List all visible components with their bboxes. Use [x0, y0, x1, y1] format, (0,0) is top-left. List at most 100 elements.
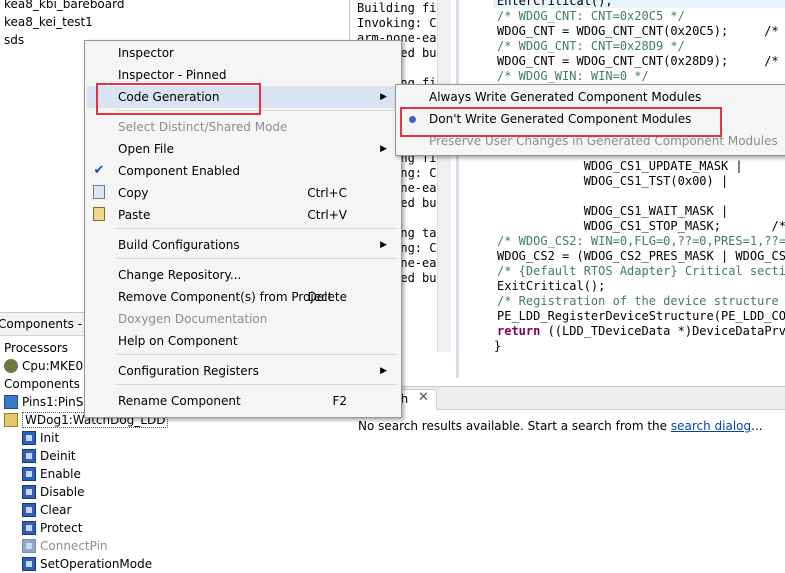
- tree-item-pins[interactable]: Pins1:PinSe: [4, 393, 91, 411]
- method-icon: [22, 503, 36, 517]
- code-line: /* WDOG_CNT: CNT=0x28D9 */: [497, 39, 685, 53]
- menu-item-label: Remove Component(s) from Project: [118, 290, 333, 304]
- menu-select-distinct-shared-mode[interactable]: Select Distinct/Shared Mode: [87, 116, 399, 138]
- search-tab-bar: ch ✕: [349, 387, 785, 410]
- code-line: /* WDOG_WIN: WIN=0 */: [497, 69, 649, 83]
- code-line: /* WDOG_CNT: CNT=0x20C5 */: [497, 9, 685, 23]
- menu-inspector[interactable]: Inspector: [87, 42, 399, 64]
- code-line: }: [494, 339, 502, 353]
- project-item-kea8-kbi[interactable]: kea8_kbi_bareboard: [4, 0, 124, 11]
- method-setoperationmode[interactable]: SetOperationMode: [22, 555, 152, 573]
- method-icon: [22, 467, 36, 481]
- code-line: WDOG_CS2 = (WDOG_CS2_PRES_MASK | WDOG_CS: [497, 249, 785, 263]
- code-text: ((LDD_TDeviceData *)DeviceDataPrv: [540, 324, 785, 338]
- menu-item-shortcut: Ctrl+V: [307, 208, 347, 222]
- menu-separator: [116, 258, 397, 259]
- code-line: WDOG_CNT = WDOG_CNT_CNT(0x20C5); /*: [497, 24, 779, 38]
- watchdog-component-icon: [4, 413, 18, 427]
- search-message-text: No search results available. Start a sea…: [358, 419, 671, 433]
- menu-item-label: Copy: [118, 186, 149, 200]
- code-line: WDOG_CNT = WDOG_CNT_CNT(0x28D9); /*: [497, 54, 779, 68]
- menu-separator: [116, 228, 397, 229]
- components-header[interactable]: Components: [4, 375, 80, 393]
- menu-item-label: Build Configurations: [118, 238, 240, 252]
- cpu-icon: [4, 359, 18, 373]
- project-item-kea8-kei[interactable]: kea8_kei_test1: [4, 15, 93, 29]
- menu-component-enabled[interactable]: ✔ Component Enabled: [87, 160, 399, 182]
- method-icon: [22, 449, 36, 463]
- editor-ruler: [456, 0, 459, 378]
- keyword-return: return: [497, 324, 541, 338]
- menu-open-file[interactable]: Open File ▶: [87, 138, 399, 160]
- method-init[interactable]: Init: [22, 429, 59, 447]
- menu-separator: [116, 354, 397, 355]
- menu-item-label: Select Distinct/Shared Mode: [118, 120, 288, 134]
- menu-rename-component[interactable]: Rename Component F2: [87, 390, 399, 412]
- menu-item-shortcut: F2: [332, 394, 347, 408]
- menu-item-label: Configuration Registers: [118, 364, 259, 378]
- code-line: PE_LDD_RegisterDeviceStructure(PE_LDD_CO: [497, 309, 785, 323]
- menu-item-label: Inspector: [118, 46, 174, 60]
- method-label: Init: [40, 431, 60, 445]
- pins-label: Pins1:PinSe: [22, 395, 91, 409]
- project-item-sds[interactable]: sds: [4, 33, 24, 47]
- menu-paste[interactable]: Paste Ctrl+V: [87, 204, 399, 226]
- method-icon: [22, 485, 36, 499]
- close-icon[interactable]: ✕: [418, 390, 429, 405]
- copy-icon: [93, 185, 105, 199]
- console-line: Invoking: C: [357, 16, 437, 30]
- console-scrollbar[interactable]: [437, 0, 451, 352]
- search-empty-message: No search results available. Start a sea…: [358, 419, 763, 433]
- method-clear[interactable]: Clear: [22, 501, 71, 519]
- menu-doxygen-documentation[interactable]: Doxygen Documentation: [87, 308, 399, 330]
- menu-item-label: Help on Component: [118, 334, 238, 348]
- method-icon: [22, 521, 36, 535]
- code-line: /* {Default RTOS Adapter} Critical secti: [497, 264, 785, 278]
- menu-item-label: Change Repository...: [118, 268, 242, 282]
- menu-copy[interactable]: Copy Ctrl+C: [87, 182, 399, 204]
- pins-component-icon: [4, 395, 18, 409]
- menu-item-label: Rename Component: [118, 394, 241, 408]
- method-protect[interactable]: Protect: [22, 519, 82, 537]
- method-icon: [22, 557, 36, 571]
- code-line: WDOG_CS1_UPDATE_MASK |: [497, 159, 743, 173]
- processors-header[interactable]: Processors: [4, 339, 68, 357]
- method-label: Enable: [40, 467, 81, 481]
- submenu-item-label: Always Write Generated Component Modules: [429, 90, 702, 104]
- annotation-box-dont-write: [400, 107, 722, 137]
- code-line: WDOG_CS1_TST(0x00) |: [497, 174, 729, 188]
- method-label: Deinit: [40, 449, 76, 463]
- console-line: Building fi: [357, 1, 437, 15]
- submenu-always-write[interactable]: Always Write Generated Component Modules: [398, 86, 784, 108]
- menu-item-shortcut: Ctrl+C: [307, 186, 347, 200]
- tree-item-cpu[interactable]: Cpu:MKE06: [4, 357, 91, 375]
- code-line: /* Registration of the device structure: [497, 294, 779, 308]
- method-deinit[interactable]: Deinit: [22, 447, 76, 465]
- method-label: Disable: [40, 485, 85, 499]
- code-line: return ((LDD_TDeviceData *)DeviceDataPrv: [497, 324, 785, 338]
- annotation-box-code-generation: [96, 83, 261, 115]
- submenu-arrow-icon: ▶: [380, 366, 387, 376]
- code-line: /* WDOG_CS2: WIN=0,FLG=0,??=0,PRES=1,??=: [497, 234, 785, 248]
- menu-change-repository[interactable]: Change Repository...: [87, 264, 399, 286]
- submenu-arrow-icon: ▶: [380, 92, 387, 102]
- menu-help-on-component[interactable]: Help on Component: [87, 330, 399, 352]
- method-enable[interactable]: Enable: [22, 465, 81, 483]
- menu-item-label: Paste: [118, 208, 151, 222]
- menu-remove-component[interactable]: Remove Component(s) from Project Delete: [87, 286, 399, 308]
- cpu-label: Cpu:MKE06: [22, 359, 91, 373]
- method-label: Clear: [40, 503, 72, 517]
- method-label: Protect: [40, 521, 83, 535]
- menu-build-configurations[interactable]: Build Configurations ▶: [87, 234, 399, 256]
- code-line: ExitCritical();: [497, 279, 606, 293]
- method-icon: [22, 431, 36, 445]
- menu-configuration-registers[interactable]: Configuration Registers ▶: [87, 360, 399, 382]
- method-disable[interactable]: Disable: [22, 483, 85, 501]
- code-line: WDOG_CS1_WAIT_MASK |: [497, 204, 729, 218]
- search-dialog-link[interactable]: search dialog: [671, 419, 751, 433]
- method-label: SetOperationMode: [40, 557, 153, 571]
- code-editor[interactable]: EnterCritical();/* WDOG_CNT: CNT=0x20C5 …: [456, 0, 785, 378]
- method-connectpin[interactable]: ConnectPin: [22, 537, 108, 555]
- method-label: ConnectPin: [40, 539, 108, 553]
- method-icon: [22, 539, 36, 553]
